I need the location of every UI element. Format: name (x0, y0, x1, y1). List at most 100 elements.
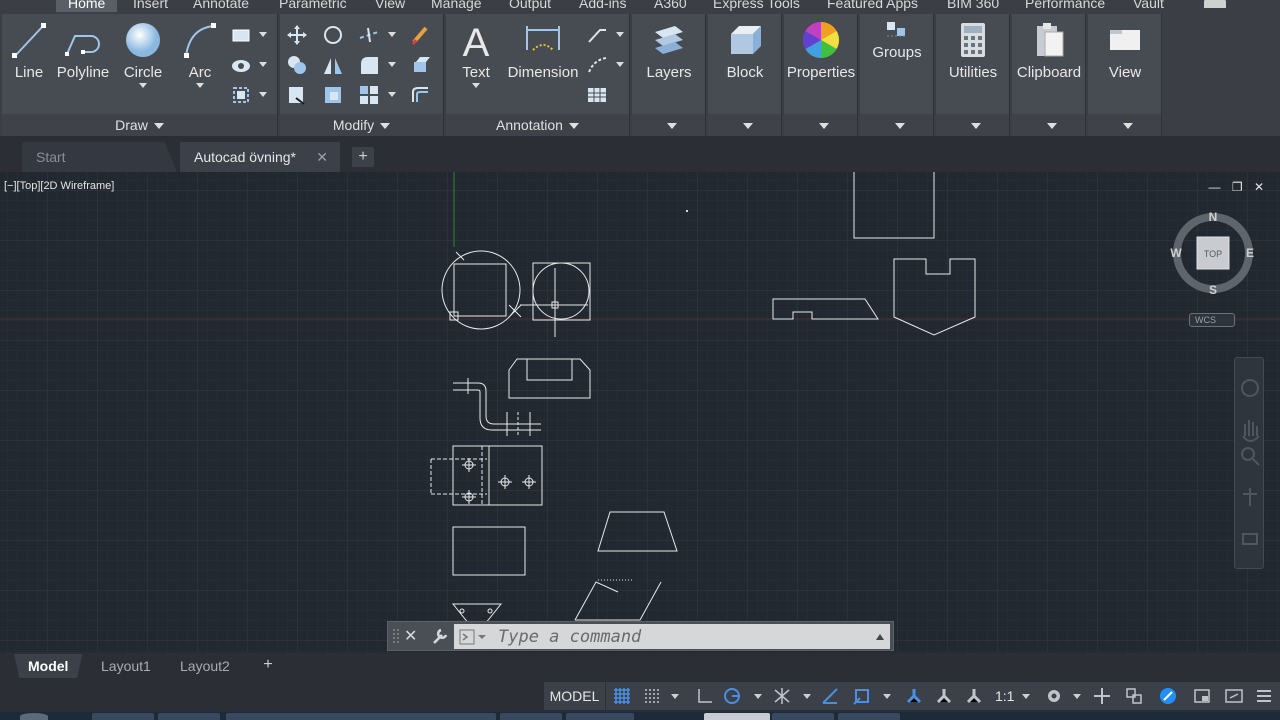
isometric-icon[interactable] (772, 686, 792, 706)
user-icon[interactable] (1204, 0, 1226, 8)
taskbar-app-icon[interactable] (92, 713, 154, 720)
leader-icon[interactable] (586, 24, 608, 46)
tab-drawing[interactable]: Autocad övning* ✕ (180, 142, 340, 172)
annotation-scale-value[interactable]: 1:1 (995, 682, 1014, 710)
command-history-caret-icon[interactable] (876, 634, 884, 640)
add-layout-button[interactable]: + (258, 656, 278, 674)
close-icon[interactable]: ✕ (404, 626, 417, 646)
tab-add-ins[interactable]: Add-ins (579, 0, 626, 11)
viewport-controls-label[interactable]: [−][Top][2D Wireframe] (4, 180, 114, 192)
line-button[interactable]: Line (8, 20, 50, 81)
object-snap-icon[interactable] (852, 686, 872, 706)
layers-panel-expander[interactable] (632, 114, 705, 136)
grid-icon[interactable] (612, 686, 632, 706)
circle-dropdown-caret[interactable] (139, 83, 147, 88)
fillet-icon[interactable] (358, 54, 380, 76)
taskbar-app-icon[interactable] (704, 713, 770, 720)
dimension-button[interactable]: Dimension (506, 20, 580, 81)
text-dropdown-caret[interactable] (472, 83, 480, 88)
boundary-icon[interactable] (230, 84, 252, 106)
scale-dropdown-caret[interactable] (1022, 694, 1030, 699)
tab-featured-apps[interactable]: Featured Apps (827, 0, 918, 11)
taskbar-app-icon[interactable] (226, 713, 496, 720)
hatch-icon[interactable] (230, 54, 252, 76)
close-icon[interactable]: ✕ (1254, 180, 1264, 194)
auto-scale-icon[interactable] (934, 686, 954, 706)
annotation-scale-icon[interactable] (964, 686, 984, 706)
multileader-icon[interactable] (586, 54, 608, 76)
explode-icon[interactable] (410, 54, 432, 76)
block-button[interactable]: Block (708, 20, 782, 81)
command-input[interactable] (498, 626, 858, 647)
gear-icon[interactable] (1044, 686, 1064, 706)
move-icon[interactable] (286, 24, 308, 46)
command-prompt-icon[interactable] (458, 629, 488, 645)
trim-icon[interactable] (358, 24, 380, 46)
rectangle-icon[interactable] (230, 24, 252, 46)
boundary-dropdown-caret[interactable] (259, 92, 267, 97)
tab-performance[interactable]: Performance (1025, 0, 1105, 11)
mirror-icon[interactable] (322, 54, 344, 76)
tab-home[interactable]: Home (56, 0, 118, 12)
start-button-icon[interactable] (20, 713, 48, 720)
tab-parametric[interactable]: Parametric (279, 0, 347, 11)
clipboard-panel-expander[interactable] (1012, 114, 1085, 136)
fillet-dropdown-caret[interactable] (388, 62, 396, 67)
groups-panel-expander[interactable] (860, 114, 933, 136)
properties-button[interactable]: Properties (784, 20, 858, 81)
object-snap-tracking-icon[interactable] (820, 686, 840, 706)
copy-icon[interactable] (286, 54, 308, 76)
snap-icon[interactable] (642, 686, 662, 706)
stretch-icon[interactable] (286, 84, 308, 106)
circle-button[interactable]: Circle (118, 20, 168, 88)
restore-icon[interactable]: ❐ (1232, 180, 1243, 194)
hamburger-menu-icon[interactable] (1254, 686, 1274, 706)
tab-vault[interactable]: Vault (1133, 0, 1164, 11)
draw-panel-title[interactable]: Draw (2, 114, 277, 136)
view-panel-expander[interactable] (1088, 114, 1161, 136)
isolate-objects-icon[interactable] (1124, 686, 1144, 706)
polar-dropdown-caret[interactable] (754, 694, 762, 699)
close-icon[interactable]: ✕ (316, 142, 328, 172)
layers-button[interactable]: Layers (632, 20, 706, 81)
clean-screen-icon[interactable] (1192, 686, 1212, 706)
wcs-menu-button[interactable]: WCS (1189, 313, 1235, 327)
annotation-panel-title[interactable]: Annotation (446, 114, 629, 136)
isometric-dropdown-caret[interactable] (803, 694, 811, 699)
tab-annotate[interactable]: Annotate (193, 0, 249, 11)
wrench-icon[interactable] (430, 626, 450, 646)
trim-dropdown-caret[interactable] (388, 32, 396, 37)
layout-tab-model[interactable]: Model (14, 654, 83, 678)
tab-insert[interactable]: Insert (133, 0, 168, 11)
viewcube[interactable]: TOP N S E W (1168, 210, 1258, 300)
tab-bim-360[interactable]: BIM 360 (947, 0, 999, 11)
erase-icon[interactable] (410, 24, 432, 46)
tab-manage[interactable]: Manage (431, 0, 482, 11)
tab-start[interactable]: Start (22, 142, 177, 172)
taskbar-app-icon[interactable] (158, 713, 220, 720)
minimize-icon[interactable]: — (1208, 180, 1220, 194)
ortho-icon[interactable] (694, 686, 714, 706)
tab-view[interactable]: View (375, 0, 405, 11)
polar-tracking-icon[interactable] (722, 686, 742, 706)
annotation-visibility-icon[interactable] (904, 686, 924, 706)
plus-icon[interactable] (1092, 686, 1112, 706)
drawing-viewport[interactable]: [−][Top][2D Wireframe] — ❐ ✕ TOP N S E W… (0, 172, 1280, 652)
clipboard-button[interactable]: Clipboard (1012, 20, 1086, 81)
utilities-panel-expander[interactable] (936, 114, 1009, 136)
tab-output[interactable]: Output (509, 0, 551, 11)
arc-dropdown-caret[interactable] (196, 83, 204, 88)
leader-dropdown-caret[interactable] (616, 32, 624, 37)
taskbar-app-icon[interactable] (566, 713, 634, 720)
taskbar-app-icon[interactable] (500, 713, 562, 720)
layout-tab-layout1[interactable]: Layout1 (93, 654, 159, 678)
properties-panel-expander[interactable] (784, 114, 857, 136)
grip-handle-icon[interactable] (392, 628, 400, 644)
model-space-button[interactable]: MODEL (544, 682, 606, 710)
taskbar-app-icon[interactable] (838, 713, 900, 720)
groups-button[interactable]: Groups (860, 20, 934, 61)
scale-icon[interactable] (322, 84, 344, 106)
modify-panel-title[interactable]: Modify (280, 114, 443, 136)
rotate-icon[interactable] (322, 24, 344, 46)
rectangle-dropdown-caret[interactable] (259, 32, 267, 37)
